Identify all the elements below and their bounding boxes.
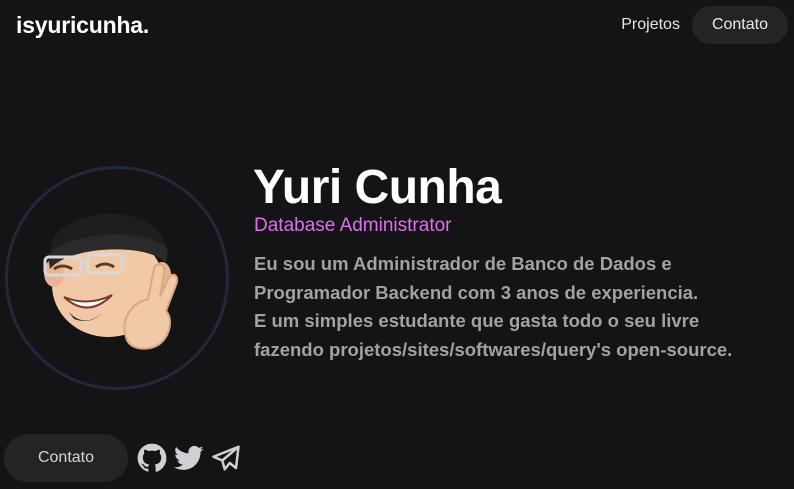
nav-link-projects[interactable]: Projetos <box>609 6 692 44</box>
contact-button[interactable]: Contato <box>4 434 128 482</box>
bio-line: fazendo projetos/sites/softwares/query's… <box>254 338 733 360</box>
bio-line: Eu sou um Administrador de Banco de Dado… <box>254 253 672 274</box>
social-links <box>136 442 247 474</box>
avatar <box>5 166 229 390</box>
github-icon <box>137 443 167 472</box>
bio-line: Programador Backend com 3 anos de experi… <box>254 281 699 303</box>
twitter-icon <box>174 445 204 470</box>
profile-bio: Eu sou um Administrador de Banco de Dado… <box>254 250 794 364</box>
memoji-avatar-icon <box>43 213 178 350</box>
profile-role: Database Administrator <box>254 215 452 236</box>
site-logo[interactable]: isyuricunha. <box>16 12 149 39</box>
twitter-link[interactable] <box>173 442 205 474</box>
profile-name: Yuri Cunha <box>253 161 502 214</box>
github-link[interactable] <box>136 442 168 474</box>
nav-button-contact[interactable]: Contato <box>691 6 788 44</box>
telegram-icon <box>212 445 240 471</box>
telegram-link[interactable] <box>210 442 242 474</box>
bio-line: E um simples estudante que gasta todo o … <box>254 310 700 331</box>
page: isyuricunha. Projetos Contato Yuri Cunha… <box>0 0 794 489</box>
top-nav: Projetos Contato <box>609 6 788 44</box>
